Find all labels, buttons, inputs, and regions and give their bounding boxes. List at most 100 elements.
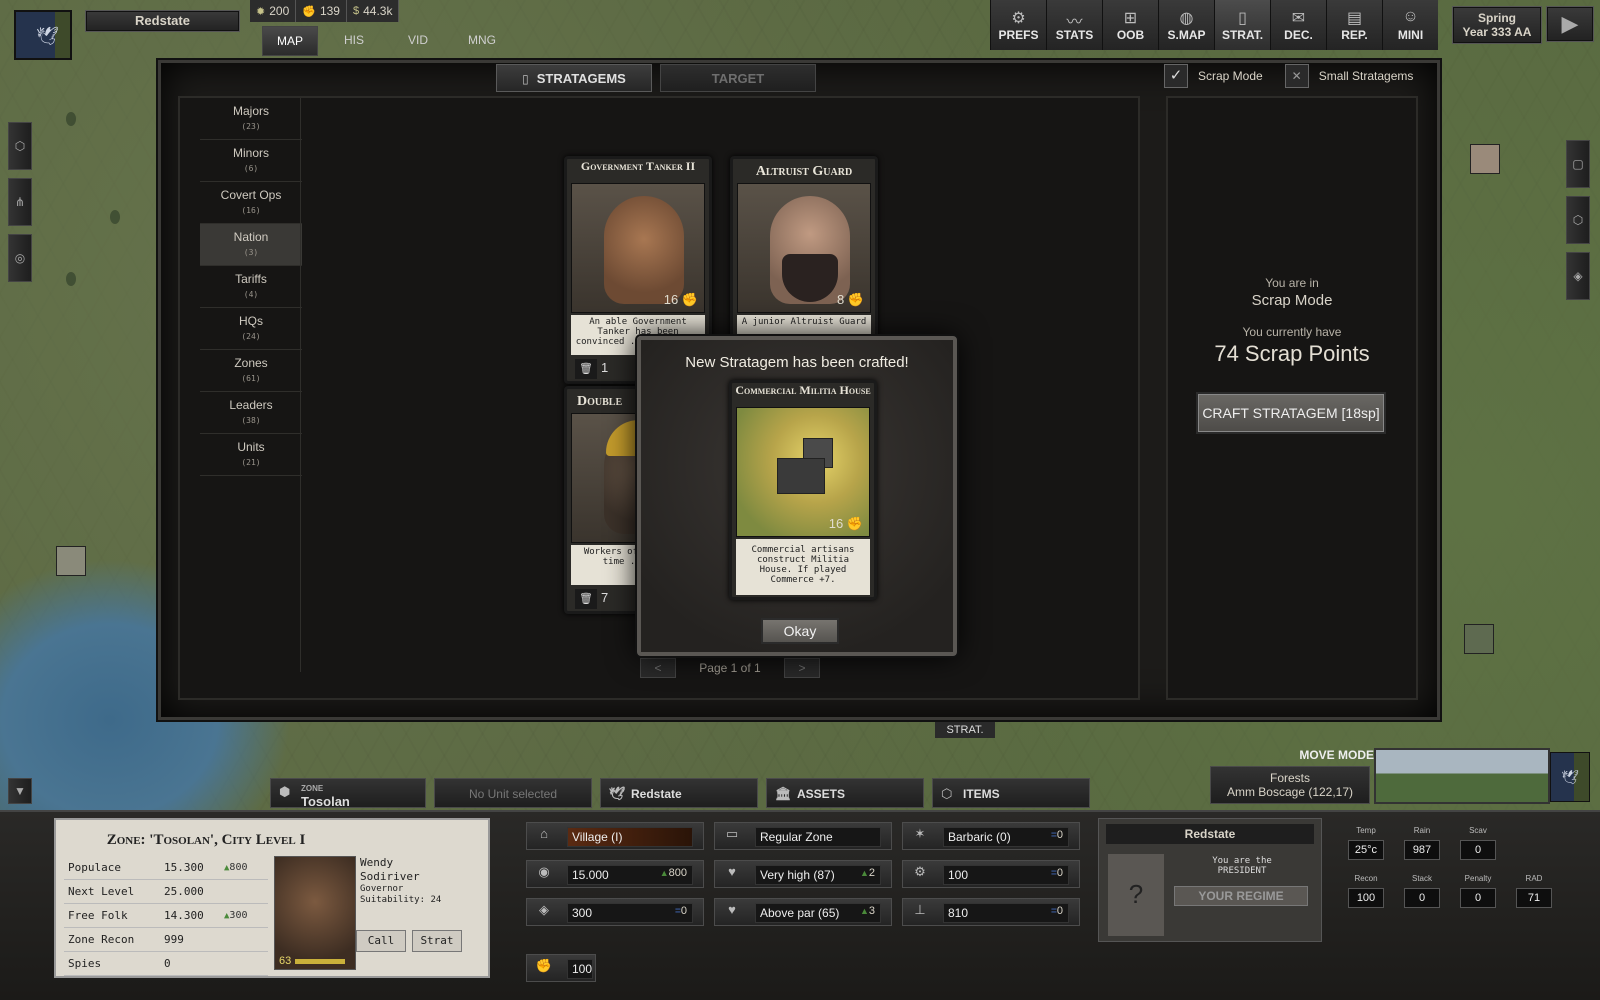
side-tool-target[interactable]: ◎ (8, 234, 32, 282)
militia-stat[interactable]: ◈ 300 =0 (526, 898, 704, 926)
gear-icon: ⚙ (1011, 10, 1026, 27)
category-nation[interactable]: Nation (3) (200, 224, 302, 266)
move-mode-label: MOVE MODE (1299, 748, 1374, 762)
mini-button[interactable]: ☺ MINI (1382, 0, 1438, 50)
chevron-down-icon: ▼ (14, 784, 26, 798)
checkmark-icon[interactable]: ✓ (1164, 64, 1188, 88)
stat-row: Populace 15.300 ▲ 800 (64, 856, 268, 880)
map-unit[interactable] (1470, 144, 1500, 174)
trash-icon[interactable]: 🗑 (575, 359, 597, 379)
small-stratagems-toggle[interactable]: ✕ Small Stratagems (1284, 64, 1413, 88)
fist-icon: ✊ (847, 292, 864, 307)
category-list: Majors (23) Minors (6) Covert Ops (16) Nati… (200, 98, 302, 476)
craft-stratagem-button[interactable]: CRAFT STRATAGEM [18sp] (1196, 392, 1386, 434)
card-description: Commercial artisans construct Militia Ho… (736, 539, 870, 595)
mail-icon: ✉ (1291, 10, 1306, 27)
tab-mng[interactable]: MNG (454, 26, 510, 56)
scrap-mode-toggle[interactable]: ✓ Scrap Mode (1164, 64, 1263, 88)
okay-button[interactable]: Okay (761, 618, 839, 644)
tab-his[interactable]: HIS (326, 26, 382, 56)
card-cost: 8 ✊ (836, 292, 864, 307)
fist-icon: ✊ (535, 958, 553, 973)
cube-icon: ⬡ (1572, 213, 1584, 227)
zone-stats: Populace 15.300 ▲ 800 Next Level 25.000 Free… (64, 856, 268, 976)
your-regime-button[interactable]: YOUR REGIME (1174, 886, 1308, 906)
tab-unit[interactable]: No Unit selected (434, 778, 592, 808)
category-hqs[interactable]: HQs (24) (200, 308, 302, 350)
stats-button[interactable]: 〰 STATS (1046, 0, 1102, 50)
industry-stat[interactable]: ⚙ 100 =0 (902, 860, 1080, 888)
population-stat[interactable]: ◉ 15.000 ▲800 (526, 860, 704, 888)
barbaric-stat[interactable]: ✶ Barbaric (0) =0 (902, 822, 1080, 850)
minimize-button[interactable]: ▼ (8, 778, 32, 804)
prefs-button[interactable]: ⚙ PREFS (990, 0, 1046, 50)
category-tariffs[interactable]: Tariffs (4) (200, 266, 302, 308)
tab-target[interactable]: TARGET (660, 64, 816, 92)
village-icon: ⌂ (540, 826, 548, 841)
call-button[interactable]: Call (356, 930, 406, 952)
stratagem-card[interactable]: Altruist Guard 8 ✊ A junior Altruist Gua… (730, 156, 878, 360)
category-majors[interactable]: Majors (23) (200, 98, 302, 140)
forest-marker (110, 210, 120, 224)
resource-bar: ✹ 200 ✊ 139 $44.3k (250, 0, 440, 22)
category-units[interactable]: Units (21) (200, 434, 302, 476)
smap-button[interactable]: ◍ S.MAP (1158, 0, 1214, 50)
globe-icon: ◍ (1179, 10, 1194, 27)
category-leaders[interactable]: Leaders (38) (200, 392, 302, 434)
person-icon: ☺ (1402, 8, 1419, 25)
next-page-button[interactable]: > (783, 658, 820, 678)
card-cost: 16 ✊ (663, 292, 698, 307)
square-icon: ▢ (1572, 157, 1584, 171)
tab-map[interactable]: MAP (262, 26, 318, 56)
map-strat-label: STRAT. (935, 722, 995, 738)
stat-row: Free Folk 14.300 ▲ 300 (64, 904, 268, 928)
category-covert-ops[interactable]: Covert Ops (16) (200, 182, 302, 224)
population-icon: ◉ (538, 864, 550, 879)
tab-nation[interactable]: 🕊 Redstate (600, 778, 758, 808)
rain-readout: Rain 987 (1400, 826, 1444, 860)
crafted-dialog: New Stratagem has been crafted! Commerci… (637, 336, 957, 656)
happiness-stat[interactable]: ♥ Above par (65) ▲3 (714, 898, 892, 926)
scrap-info: You are in Scrap Mode You currently have… (1166, 276, 1418, 367)
rad-readout: RAD 71 (1512, 874, 1556, 908)
side-tool-tag[interactable]: ◈ (1566, 252, 1590, 300)
tab-assets[interactable]: 🏛 ASSETS (766, 778, 924, 808)
end-turn-button[interactable]: ▶ (1546, 6, 1594, 42)
forest-marker (66, 272, 76, 286)
zone-type[interactable]: ▭ Regular Zone (714, 822, 892, 850)
up-arrow-icon: ▲ (859, 906, 869, 916)
category-minors[interactable]: Minors (6) (200, 140, 302, 182)
tab-items[interactable]: ⬡ ITEMS (932, 778, 1090, 808)
side-tool-network[interactable]: ⋔ (8, 178, 32, 226)
strat-button[interactable]: ▯ STRAT. (1214, 0, 1270, 50)
side-tool-cube-right[interactable]: ⬡ (1566, 196, 1590, 244)
loyalty-stat[interactable]: ♥ Very high (87) ▲2 (714, 860, 892, 888)
side-tool-square[interactable]: ▢ (1566, 140, 1590, 188)
cross-icon[interactable]: ✕ (1284, 64, 1309, 88)
stat-row: Zone Recon 999 (64, 928, 268, 952)
terrain-preview (1374, 748, 1550, 804)
tab-stratagems[interactable]: ▯ STRATAGEMS (496, 64, 652, 92)
bird-icon: 🕊 (609, 786, 626, 801)
dec-button[interactable]: ✉ DEC. (1270, 0, 1326, 50)
regime-role: You are the PRESIDENT (1212, 856, 1272, 876)
road-icon: ⊥ (914, 902, 926, 917)
tab-vid[interactable]: VID (390, 26, 446, 56)
oob-button[interactable]: ⊞ OOB (1102, 0, 1158, 50)
map-unit[interactable] (1464, 624, 1494, 654)
tab-zone[interactable]: ⬢ ZONE Tosolan (270, 778, 426, 808)
map-unit[interactable] (56, 546, 86, 576)
governor-portrait[interactable]: 63 (274, 856, 356, 970)
fist-stat[interactable]: ✊ 100 (526, 954, 596, 982)
strat-button-governor[interactable]: Strat (412, 930, 462, 952)
category-zones[interactable]: Zones (61) (200, 350, 302, 392)
zone-sheet: Zone: 'Tosolan', City Level I Populace 15… (54, 818, 490, 978)
village-level[interactable]: ⌂ Village (I) (526, 822, 704, 850)
side-tool-cube[interactable]: ⬡ (8, 122, 32, 170)
nation-flag[interactable]: 🕊 (14, 10, 72, 60)
rep-button[interactable]: ▤ REP. (1326, 0, 1382, 50)
infrastructure-stat[interactable]: ⊥ 810 =0 (902, 898, 1080, 926)
trash-icon[interactable]: 🗑 (575, 589, 597, 609)
card-image: 16 ✊ (736, 407, 870, 537)
prev-page-button[interactable]: < (640, 658, 676, 678)
